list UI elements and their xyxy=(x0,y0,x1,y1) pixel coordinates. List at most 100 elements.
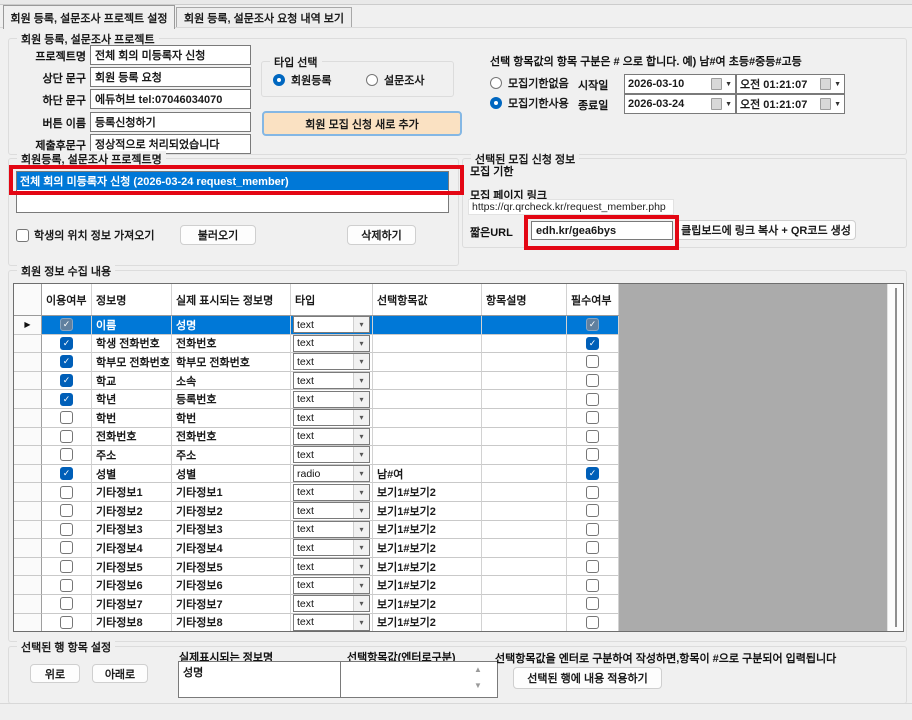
use-checkbox[interactable] xyxy=(60,541,73,554)
use-checkbox-cell[interactable] xyxy=(42,483,92,502)
description-cell[interactable] xyxy=(482,428,567,447)
required-checkbox-cell[interactable] xyxy=(567,576,619,595)
type-combobox[interactable]: text▾ xyxy=(293,335,370,352)
field-input[interactable]: 회원 등록 요청 xyxy=(90,67,251,87)
move-down-button[interactable]: 아래로 xyxy=(92,664,148,683)
use-checkbox-cell[interactable]: ✓ xyxy=(42,353,92,372)
row-header-cell[interactable] xyxy=(14,390,42,409)
tab-project-settings[interactable]: 회원 등록, 설문조사 프로젝트 설정 xyxy=(3,5,175,29)
required-checkbox[interactable] xyxy=(586,579,599,592)
type-combobox[interactable]: text▾ xyxy=(293,409,370,426)
use-checkbox-cell[interactable] xyxy=(42,428,92,447)
description-cell[interactable] xyxy=(482,539,567,558)
required-checkbox-cell[interactable] xyxy=(567,502,619,521)
combo-arrow-icon[interactable]: ▾ xyxy=(353,466,369,481)
options-cell[interactable] xyxy=(373,390,482,409)
grid-column-header[interactable]: 정보명 xyxy=(92,284,172,315)
row-header-cell[interactable] xyxy=(14,576,42,595)
grid-corner-cell[interactable] xyxy=(14,284,42,315)
required-checkbox[interactable] xyxy=(586,504,599,517)
use-checkbox[interactable] xyxy=(60,616,73,629)
description-cell[interactable] xyxy=(482,521,567,540)
combo-arrow-icon[interactable]: ▾ xyxy=(353,354,369,369)
scrollbar-thumb[interactable] xyxy=(895,288,897,627)
type-combobox[interactable]: text▾ xyxy=(293,558,370,575)
use-checkbox[interactable]: ✓ xyxy=(60,318,73,331)
required-checkbox[interactable]: ✓ xyxy=(586,337,599,350)
use-checkbox-cell[interactable] xyxy=(42,446,92,465)
info-name-cell[interactable]: 기타정보4 xyxy=(92,539,172,558)
display-name-cell[interactable]: 성명 xyxy=(172,316,291,335)
use-checkbox[interactable] xyxy=(60,448,73,461)
info-name-cell[interactable]: 기타정보7 xyxy=(92,595,172,614)
use-checkbox-cell[interactable]: ✓ xyxy=(42,372,92,391)
row-header-cell[interactable] xyxy=(14,558,42,577)
type-combobox[interactable]: text▾ xyxy=(293,614,370,631)
options-cell[interactable]: 보기1#보기2 xyxy=(373,483,482,502)
type-combobox[interactable]: text▾ xyxy=(293,577,370,594)
combo-arrow-icon[interactable]: ▾ xyxy=(353,317,369,332)
info-name-cell[interactable]: 학년 xyxy=(92,390,172,409)
display-name-cell[interactable]: 기타정보4 xyxy=(172,539,291,558)
description-cell[interactable] xyxy=(482,483,567,502)
field-input[interactable]: 전체 회의 미등록자 신청 xyxy=(90,45,251,65)
add-recruit-request-button[interactable]: 회원 모집 신청 새로 추가 xyxy=(262,111,462,136)
description-cell[interactable] xyxy=(482,465,567,484)
row-header-cell[interactable] xyxy=(14,446,42,465)
radio-no-deadline[interactable]: 모집기한없음 xyxy=(490,75,569,91)
description-cell[interactable] xyxy=(482,372,567,391)
options-cell[interactable]: 보기1#보기2 xyxy=(373,595,482,614)
description-cell[interactable] xyxy=(482,409,567,428)
use-checkbox-cell[interactable] xyxy=(42,576,92,595)
type-combobox[interactable]: text▾ xyxy=(293,446,370,463)
info-name-cell[interactable]: 기타정보1 xyxy=(92,483,172,502)
required-checkbox[interactable] xyxy=(586,560,599,573)
use-checkbox[interactable]: ✓ xyxy=(60,393,73,406)
required-checkbox[interactable]: ✓ xyxy=(586,467,599,480)
use-checkbox-cell[interactable] xyxy=(42,409,92,428)
combo-arrow-icon[interactable]: ▾ xyxy=(353,540,369,555)
grid-column-header[interactable]: 이용여부 xyxy=(42,284,92,315)
options-cell[interactable] xyxy=(373,446,482,465)
combo-arrow-icon[interactable]: ▾ xyxy=(353,373,369,388)
row-header-cell[interactable] xyxy=(14,614,42,633)
combo-arrow-icon[interactable]: ▾ xyxy=(353,336,369,351)
display-name-cell[interactable]: 소속 xyxy=(172,372,291,391)
use-checkbox-cell[interactable] xyxy=(42,558,92,577)
description-cell[interactable] xyxy=(482,390,567,409)
type-combobox[interactable]: text▾ xyxy=(293,502,370,519)
row-header-cell[interactable] xyxy=(14,335,42,354)
combo-arrow-icon[interactable]: ▾ xyxy=(353,447,369,462)
use-checkbox-cell[interactable]: ✓ xyxy=(42,335,92,354)
info-name-cell[interactable]: 주소 xyxy=(92,446,172,465)
use-checkbox[interactable] xyxy=(60,430,73,443)
type-combobox[interactable]: text▾ xyxy=(293,484,370,501)
display-name-cell[interactable]: 학번 xyxy=(172,409,291,428)
tab-request-history[interactable]: 회원 등록, 설문조사 요청 내역 보기 xyxy=(176,7,352,27)
required-checkbox-cell[interactable] xyxy=(567,390,619,409)
options-cell[interactable]: 보기1#보기2 xyxy=(373,558,482,577)
type-combobox[interactable]: text▾ xyxy=(293,391,370,408)
combo-arrow-icon[interactable]: ▾ xyxy=(353,503,369,518)
row-header-cell[interactable]: ▶ xyxy=(14,316,42,335)
options-cell[interactable] xyxy=(373,353,482,372)
required-checkbox-cell[interactable] xyxy=(567,521,619,540)
use-checkbox-cell[interactable]: ✓ xyxy=(42,465,92,484)
type-combobox[interactable]: radio▾ xyxy=(293,465,370,482)
display-name-cell[interactable]: 주소 xyxy=(172,446,291,465)
row-header-cell[interactable] xyxy=(14,595,42,614)
options-cell[interactable]: 보기1#보기2 xyxy=(373,614,482,633)
use-checkbox[interactable]: ✓ xyxy=(60,337,73,350)
options-cell[interactable]: 보기1#보기2 xyxy=(373,521,482,540)
display-name-cell[interactable]: 기타정보2 xyxy=(172,502,291,521)
row-header-cell[interactable] xyxy=(14,483,42,502)
combo-arrow-icon[interactable]: ▾ xyxy=(353,410,369,425)
radio-member-register[interactable]: 회원등록 xyxy=(273,72,331,88)
use-checkbox[interactable]: ✓ xyxy=(60,374,73,387)
required-checkbox-cell[interactable] xyxy=(567,539,619,558)
info-name-cell[interactable]: 전화번호 xyxy=(92,428,172,447)
row-header-cell[interactable] xyxy=(14,428,42,447)
info-name-cell[interactable]: 학교 xyxy=(92,372,172,391)
info-name-cell[interactable]: 학번 xyxy=(92,409,172,428)
row-header-cell[interactable] xyxy=(14,539,42,558)
